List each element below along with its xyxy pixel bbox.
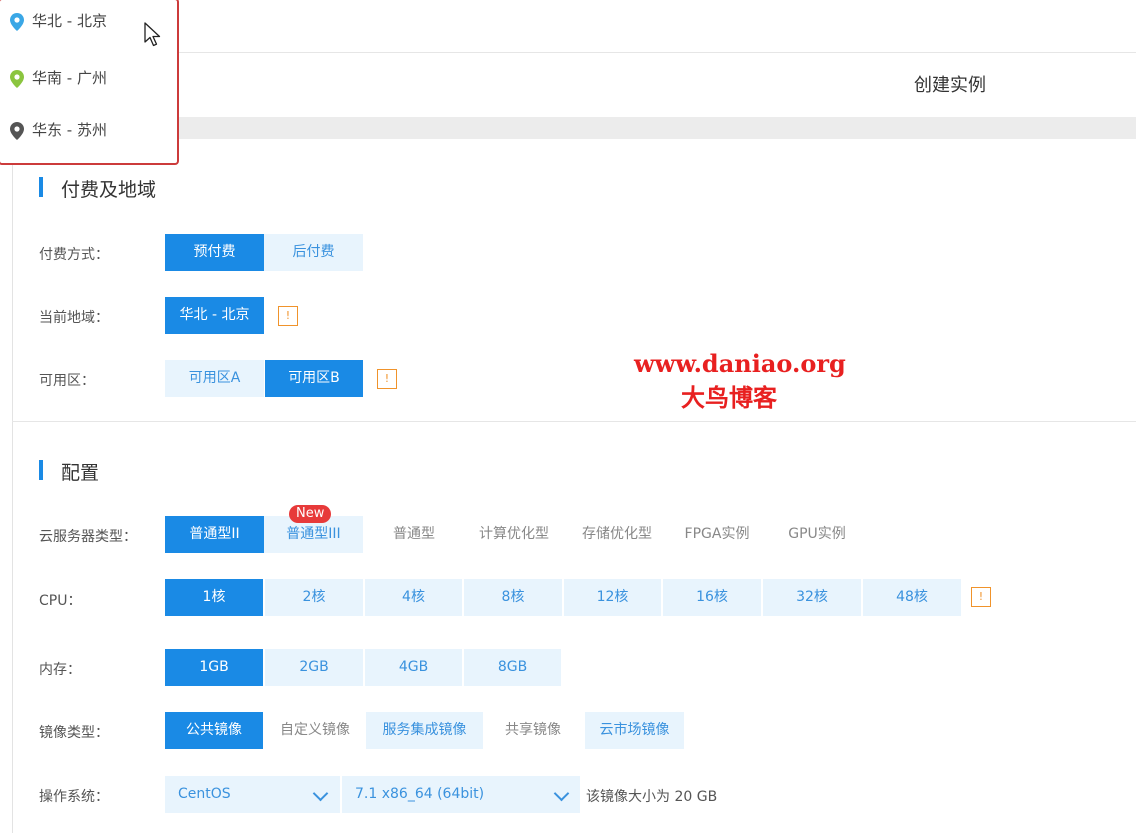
region-button[interactable]: 华北 - 北京 — [165, 297, 264, 334]
cpu-info-icon[interactable]: ! — [971, 587, 991, 607]
memory-option-2gb[interactable]: 2GB — [265, 649, 363, 686]
mouse-cursor-icon — [144, 22, 161, 47]
region-label: 当前地域： — [39, 310, 109, 326]
os-version-value: 7.1 x86_64 (64bit) — [355, 786, 485, 802]
section-marker — [39, 177, 43, 197]
memory-option-4gb[interactable]: 4GB — [365, 649, 462, 686]
image-type-market[interactable]: 云市场镜像 — [585, 712, 684, 749]
cpu-option-8[interactable]: 8核 — [464, 579, 562, 616]
cpu-option-1[interactable]: 1核 — [165, 579, 263, 616]
os-select-value: CentOS — [178, 786, 231, 802]
image-size-note: 该镜像大小为 20 GB — [586, 789, 718, 805]
image-type-shared[interactable]: 共享镜像 — [488, 712, 578, 749]
section-title-billing: 付费及地域 — [61, 179, 157, 201]
os-version-select[interactable]: 7.1 x86_64 (64bit) — [342, 776, 580, 813]
watermark-name: 大鸟博客 — [681, 383, 777, 412]
zone-option-b[interactable]: 可用区B — [265, 360, 363, 397]
location-pin-icon — [10, 12, 24, 31]
location-pin-icon — [10, 121, 24, 140]
memory-option-8gb[interactable]: 8GB — [464, 649, 561, 686]
cpu-option-4[interactable]: 4核 — [365, 579, 462, 616]
region-info-icon[interactable]: ! — [278, 306, 298, 326]
server-type-standard-ii[interactable]: 普通型II — [165, 516, 264, 553]
cpu-label: CPU： — [39, 593, 82, 609]
region-item-guangzhou[interactable]: 华南 - 广州 — [10, 67, 107, 88]
cpu-option-32[interactable]: 32核 — [763, 579, 861, 616]
section-marker — [39, 460, 43, 480]
os-label: 操作系统： — [39, 789, 109, 805]
memory-option-1gb[interactable]: 1GB — [165, 649, 263, 686]
region-item-label: 华南 - 广州 — [32, 69, 107, 87]
server-type-storage[interactable]: 存储优化型 — [573, 516, 661, 553]
zone-option-a[interactable]: 可用区A — [165, 360, 264, 397]
region-item-suzhou[interactable]: 华东 - 苏州 — [10, 119, 107, 140]
server-type-fpga[interactable]: FPGA实例 — [676, 516, 758, 553]
server-type-label: 云服务器类型： — [39, 529, 137, 545]
cpu-option-48[interactable]: 48核 — [863, 579, 961, 616]
image-type-public[interactable]: 公共镜像 — [165, 712, 263, 749]
cpu-option-2[interactable]: 2核 — [265, 579, 363, 616]
server-type-gpu[interactable]: GPU实例 — [778, 516, 856, 553]
region-item-beijing[interactable]: 华北 - 北京 — [10, 10, 107, 31]
pay-option-prepaid[interactable]: 预付费 — [165, 234, 264, 271]
server-type-standard[interactable]: 普通型 — [377, 516, 451, 553]
pay-option-postpaid[interactable]: 后付费 — [264, 234, 363, 271]
server-type-compute[interactable]: 计算优化型 — [470, 516, 558, 553]
section-title-config: 配置 — [61, 462, 100, 484]
page-title: 创建实例 — [914, 75, 986, 96]
cpu-option-16[interactable]: 16核 — [663, 579, 761, 616]
location-pin-icon — [10, 69, 24, 88]
zone-info-icon[interactable]: ! — [377, 369, 397, 389]
cpu-option-12[interactable]: 12核 — [564, 579, 661, 616]
chevron-down-icon — [553, 785, 570, 802]
content-left-border — [12, 139, 13, 833]
watermark-url: www.daniao.org — [634, 349, 846, 378]
image-type-custom[interactable]: 自定义镜像 — [268, 712, 362, 749]
memory-label: 内存： — [39, 662, 81, 678]
zone-label: 可用区： — [39, 373, 95, 389]
image-type-label: 镜像类型： — [39, 725, 109, 741]
region-item-label: 华东 - 苏州 — [32, 121, 107, 139]
region-item-label: 华北 - 北京 — [32, 12, 107, 30]
image-type-service[interactable]: 服务集成镜像 — [366, 712, 483, 749]
pay-method-label: 付费方式： — [39, 247, 109, 263]
os-select[interactable]: CentOS — [165, 776, 340, 813]
chevron-down-icon — [312, 785, 329, 802]
section-divider — [12, 421, 1136, 422]
new-badge: New — [289, 505, 332, 523]
